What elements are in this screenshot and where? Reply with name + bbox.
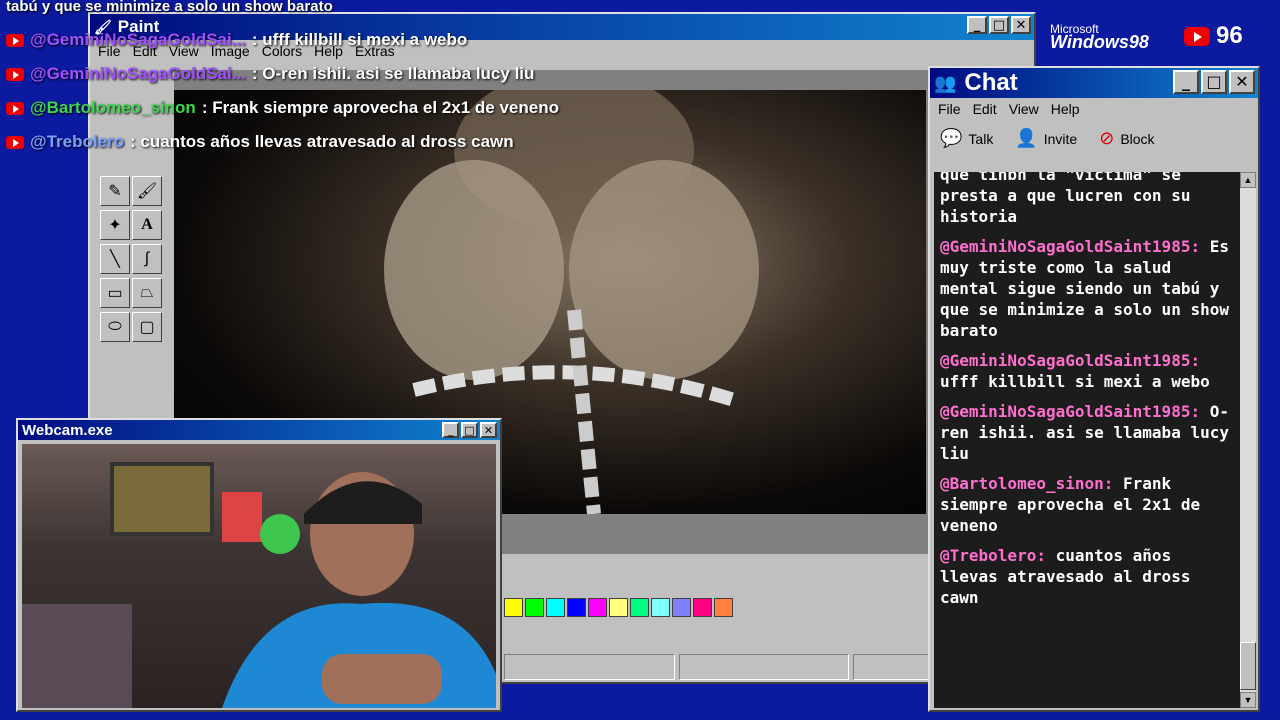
overlay-username: @GeminiNoSagaGoldSai... [30, 64, 246, 83]
scroll-down-icon[interactable]: ▼ [1240, 692, 1256, 708]
palette-swatch[interactable] [525, 598, 544, 617]
scroll-thumb[interactable] [1240, 642, 1256, 690]
paint-toolbox: ✎ 🖌 ✦ A ╲ ∫ ▭ ⏢ ⬭ ▢ [98, 76, 164, 416]
talk-label: Talk [968, 131, 994, 147]
status-cell [678, 654, 850, 680]
chat-message: @GeminiNoSagaGoldSaint1985: O-ren ishii.… [940, 401, 1234, 464]
block-icon: ⊘ [1099, 128, 1115, 148]
overlay-username: @GeminiNoSagaGoldSai... [30, 30, 246, 49]
brush-icon[interactable]: 🖌 [132, 176, 162, 206]
palette-swatch[interactable] [609, 598, 628, 617]
line-icon[interactable]: ╲ [100, 244, 130, 274]
palette-swatch[interactable] [630, 598, 649, 617]
minimize-button[interactable]: _ [1173, 70, 1199, 94]
minimize-button[interactable]: _ [967, 16, 987, 34]
menu-view[interactable]: View [1009, 101, 1039, 117]
rounded-rect-icon[interactable]: ▢ [132, 312, 162, 342]
overlay-top-text: tabú y que se minimize a solo un show ba… [6, 0, 333, 15]
palette-swatch[interactable] [588, 598, 607, 617]
palette-swatch[interactable] [714, 598, 733, 617]
rectangle-icon[interactable]: ▭ [100, 278, 130, 308]
chat-messages[interactable]: que tinbn la "victima" se presta a que l… [934, 172, 1240, 708]
chat-message: @Trebolero: cuantos años llevas atravesa… [940, 545, 1234, 608]
chat-message-text: ufff killbill si mexi a webo [940, 372, 1210, 391]
menu-file[interactable]: File [938, 101, 961, 117]
chat-username: @GeminiNoSagaGoldSaint1985: [940, 351, 1201, 370]
close-button[interactable]: ✕ [480, 422, 497, 438]
minimize-button[interactable]: _ [442, 422, 459, 438]
youtube-icon [6, 67, 24, 81]
overlay-chat-line: @Bartolomeo_sinon : Frank siempre aprove… [6, 98, 559, 118]
invite-label: Invite [1043, 131, 1078, 147]
invite-icon: 👤 [1015, 128, 1038, 148]
youtube-icon [6, 33, 24, 47]
webcam-window: Webcam.exe _ □ ✕ [16, 418, 502, 712]
palette-swatch[interactable] [567, 598, 586, 617]
overlay-chat-line: @GeminiNoSagaGoldSai... : ufff killbill … [6, 30, 467, 50]
windows98-logo: Microsoft Windows98 [1050, 22, 1149, 53]
maximize-button[interactable]: □ [461, 422, 478, 438]
webcam-title: Webcam.exe [22, 421, 113, 439]
overlay-chat-line: @Trebolero : cuantos años llevas atraves… [6, 132, 514, 152]
palette-swatch[interactable] [546, 598, 565, 617]
overlay-message: : ufff killbill si mexi a webo [251, 30, 468, 49]
youtube-icon [1184, 26, 1210, 46]
chat-people-icon: 👥 [934, 72, 957, 93]
menu-edit[interactable]: Edit [973, 101, 997, 117]
palette-swatch[interactable] [693, 598, 712, 617]
talk-icon: 💬 [940, 128, 963, 148]
spray-icon[interactable]: ✦ [100, 210, 130, 240]
menu-help[interactable]: Help [1051, 101, 1080, 117]
palette-swatch[interactable] [672, 598, 691, 617]
youtube-icon [6, 135, 24, 149]
chat-message-text: que tinbn la "victima" se presta a que l… [940, 172, 1191, 226]
overlay-chat-line: @GeminiNoSagaGoldSai... : O-ren ishii. a… [6, 64, 534, 84]
webcam-feed [22, 444, 496, 708]
chat-username: @Trebolero: [940, 546, 1046, 565]
chat-title: Chat [964, 69, 1018, 96]
color-palette [504, 598, 733, 617]
block-label: Block [1120, 131, 1155, 147]
chat-message: @GeminiNoSagaGoldSaint1985: ufff killbil… [940, 350, 1234, 392]
maximize-button[interactable]: □ [989, 16, 1009, 34]
chat-scrollbar[interactable]: ▲ ▼ [1240, 172, 1256, 708]
chat-message: que tinbn la "victima" se presta a que l… [940, 172, 1234, 227]
chat-message: @Bartolomeo_sinon: Frank siempre aprovec… [940, 473, 1234, 536]
talk-button[interactable]: 💬 Talk [940, 128, 993, 149]
chat-username: @Bartolomeo_sinon: [940, 474, 1114, 493]
chat-window: 👥 Chat _ □ ✕ File Edit View Help 💬 Talk 👤… [928, 66, 1260, 712]
chat-menubar: File Edit View Help [930, 98, 1258, 120]
overlay-username: @Trebolero [30, 132, 125, 151]
chat-message: @GeminiNoSagaGoldSaint1985: Es muy trist… [940, 236, 1234, 341]
overlay-username: @Bartolomeo_sinon [30, 98, 196, 117]
subscriber-count: 96 [1216, 22, 1243, 49]
chat-toolbar: 💬 Talk 👤 Invite ⊘ Block [930, 120, 1258, 157]
text-icon[interactable]: A [132, 210, 162, 240]
subscriber-counter: 96 [1184, 22, 1243, 50]
palette-swatch[interactable] [504, 598, 523, 617]
close-button[interactable]: ✕ [1229, 70, 1255, 94]
windows98-label: Windows98 [1050, 32, 1149, 52]
overlay-message: : cuantos años llevas atravesado al dros… [130, 132, 514, 151]
overlay-message: : O-ren ishii. asi se llamaba lucy liu [251, 64, 535, 83]
status-cell [504, 654, 675, 680]
palette-swatch[interactable] [651, 598, 670, 617]
scroll-up-icon[interactable]: ▲ [1240, 172, 1256, 188]
curve-icon[interactable]: ∫ [132, 244, 162, 274]
chat-username: @GeminiNoSagaGoldSaint1985: [940, 402, 1201, 421]
block-button[interactable]: ⊘ Block [1099, 128, 1154, 149]
chat-titlebar[interactable]: 👥 Chat _ □ ✕ [930, 68, 1258, 98]
ellipse-icon[interactable]: ⬭ [100, 312, 130, 342]
chat-username: @GeminiNoSagaGoldSaint1985: [940, 237, 1201, 256]
maximize-button[interactable]: □ [1201, 70, 1227, 94]
overlay-message: : Frank siempre aprovecha el 2x1 de vene… [201, 98, 559, 117]
youtube-icon [6, 101, 24, 115]
webcam-titlebar[interactable]: Webcam.exe _ □ ✕ [18, 420, 500, 440]
close-button[interactable]: ✕ [1011, 16, 1031, 34]
pencil-icon[interactable]: ✎ [100, 176, 130, 206]
streamer-video [22, 462, 496, 708]
polygon-icon[interactable]: ⏢ [132, 278, 162, 308]
invite-button[interactable]: 👤 Invite [1015, 128, 1077, 149]
